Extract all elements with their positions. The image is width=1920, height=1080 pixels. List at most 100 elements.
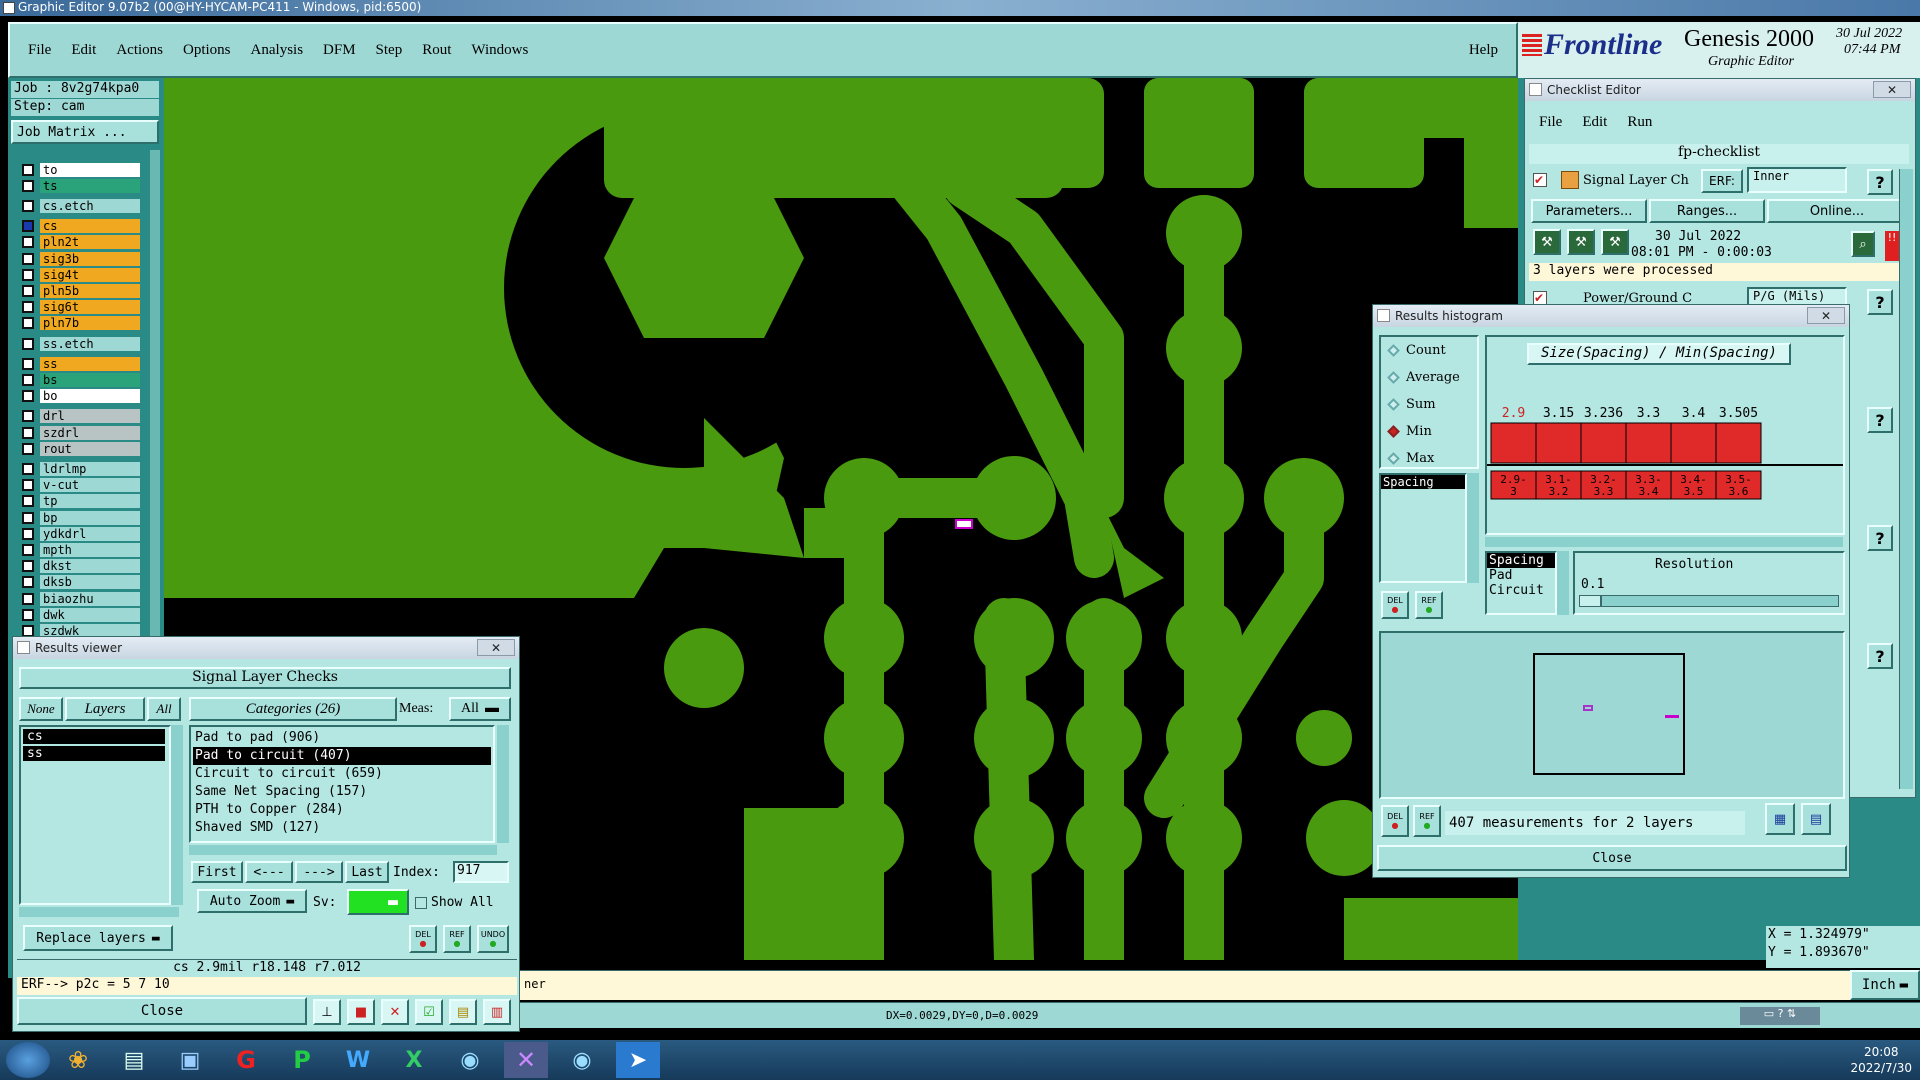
parameters-button[interactable]: Parameters... [1531, 199, 1647, 223]
layer-checkbox[interactable] [22, 543, 34, 556]
report-icon[interactable]: ▤ [449, 999, 477, 1025]
layer-checkbox[interactable] [22, 442, 34, 455]
taskbar-x-icon[interactable]: ✕ [504, 1042, 548, 1078]
layer-row-to[interactable]: to [20, 162, 140, 177]
layer-row-pln5b[interactable]: pln5b [20, 283, 140, 298]
layer-name[interactable]: pln7b [40, 316, 140, 331]
taskbar-excel-icon[interactable]: X [392, 1042, 436, 1078]
layer-checkbox[interactable] [22, 284, 34, 297]
slider-handle[interactable] [1580, 596, 1602, 606]
hist-export-icon[interactable]: ▦ [1765, 803, 1795, 835]
layer-row-pln2t[interactable]: pln2t [20, 235, 140, 250]
layer-row-ydkdrl[interactable]: ydkdrl [20, 526, 140, 541]
auto-zoom-select[interactable]: Auto Zoom ▬ [197, 889, 307, 913]
layer-row-bp[interactable]: bp [20, 510, 140, 525]
layer-checkbox[interactable] [22, 608, 34, 621]
layer-row-cs.etch[interactable]: cs.etch [20, 198, 140, 213]
start-button[interactable] [6, 1042, 50, 1078]
layers-button[interactable]: Layers [65, 697, 145, 721]
erf-label[interactable]: ERF: [1701, 169, 1743, 193]
category-item[interactable]: Pad to circuit (407) [193, 747, 491, 765]
histogram-bar[interactable] [1580, 422, 1627, 464]
categories-button[interactable]: Categories (26) [189, 697, 397, 721]
replace-layers-select[interactable]: Replace layers ▬ [23, 925, 173, 951]
menu-actions[interactable]: Actions [106, 42, 173, 59]
checklist-scrollbar[interactable] [1899, 169, 1913, 789]
taskbar-app-1-icon[interactable]: ❀ [56, 1042, 100, 1078]
layer-name[interactable]: tp [40, 494, 140, 509]
error-marker[interactable] [955, 519, 973, 529]
layer-row-szdrl[interactable]: szdrl [20, 425, 140, 440]
category-item[interactable]: Same Net Spacing (157) [193, 783, 491, 801]
layer-name[interactable]: pln2t [40, 235, 140, 250]
mode-max[interactable]: Max [1387, 451, 1434, 466]
layer-checkbox[interactable] [22, 357, 34, 370]
layer-row-pln7b[interactable]: pln7b [20, 316, 140, 331]
none-button[interactable]: None [19, 697, 63, 721]
layer-row-biaozhu[interactable]: biaozhu [20, 591, 140, 606]
mode-count[interactable]: Count [1387, 343, 1446, 358]
hist-ref-button[interactable]: REF ● [1415, 591, 1443, 619]
preview-del-button[interactable]: DEL ● [1381, 805, 1409, 837]
layer-checkbox[interactable] [22, 236, 34, 249]
checklist-menu-run[interactable]: Run [1617, 114, 1662, 131]
layer-checkbox[interactable] [22, 317, 34, 330]
measure-list[interactable]: Spacing [1379, 473, 1467, 583]
layer-name[interactable]: rout [40, 441, 140, 456]
rv-del-button[interactable]: DEL ● [409, 925, 437, 953]
histogram-bar[interactable] [1625, 422, 1672, 464]
menu-options[interactable]: Options [173, 42, 241, 59]
histogram-bar[interactable] [1490, 422, 1537, 464]
sv-color-select[interactable]: ▬ [347, 889, 409, 915]
histogram-bar[interactable] [1715, 422, 1762, 464]
layer-name[interactable]: ydkdrl [40, 526, 140, 541]
category-list[interactable]: Pad to pad (906) Pad to circuit (407) Circ… [189, 725, 495, 843]
last-button[interactable]: Last [345, 861, 389, 883]
layer-checkbox[interactable] [22, 373, 34, 386]
layer-row-dwk[interactable]: dwk [20, 607, 140, 622]
help-button-5[interactable]: ? [1867, 643, 1893, 669]
rv-undo-button[interactable]: UNDO ● [477, 925, 509, 953]
layer-checkbox[interactable] [22, 462, 34, 475]
checklist-title-bar[interactable]: Checklist Editor ✕ [1525, 79, 1915, 101]
layer-checkbox[interactable] [22, 527, 34, 540]
filter-item-pad[interactable]: Pad [1487, 568, 1555, 583]
layer-name[interactable]: szdrl [40, 425, 140, 440]
clock-time[interactable]: 20:08 [1850, 1044, 1912, 1060]
layer-name[interactable]: sig4t [40, 267, 140, 282]
hist-del-button[interactable]: DEL ● [1381, 591, 1409, 619]
record-icon[interactable]: ■ [347, 999, 375, 1025]
layer-results-list[interactable]: cs ss [19, 725, 171, 905]
layer-checkbox[interactable] [22, 199, 34, 212]
layer-name[interactable]: biaozhu [40, 591, 140, 606]
menu-dfm[interactable]: DFM [313, 42, 366, 59]
run-layers-icon[interactable]: ⚒ [1567, 229, 1595, 255]
layer-checkbox[interactable] [22, 576, 34, 589]
mode-sum[interactable]: Sum [1387, 397, 1436, 412]
rv-ref-button[interactable]: REF ● [443, 925, 471, 953]
show-all-checkbox[interactable] [415, 897, 427, 909]
run-all-icon[interactable]: ⚒ [1601, 229, 1629, 255]
layer-row-dksb[interactable]: dksb [20, 575, 140, 590]
layer-name[interactable]: ss [40, 356, 140, 371]
menu-edit[interactable]: Edit [61, 42, 106, 59]
layer-row-ts[interactable]: ts [20, 178, 140, 193]
resolution-slider[interactable] [1579, 595, 1839, 607]
filter-list[interactable]: Spacing Pad Circuit [1485, 551, 1557, 615]
layer-name[interactable]: dksb [40, 575, 140, 590]
category-list-vscroll[interactable] [497, 725, 509, 843]
hist-graph-icon[interactable]: ▤ [1801, 803, 1831, 835]
erf-value[interactable]: Inner [1747, 167, 1847, 193]
layer-checkbox[interactable] [22, 479, 34, 492]
layer-name[interactable]: bp [40, 510, 140, 525]
layer-row-v-cut[interactable]: v-cut [20, 478, 140, 493]
layer-row-drl[interactable]: drl [20, 409, 140, 424]
taskbar-app-g-icon[interactable]: G [224, 1042, 268, 1078]
layer-checkbox[interactable] [22, 179, 34, 192]
layer-checkbox[interactable] [22, 495, 34, 508]
result-layer-cs[interactable]: cs [23, 729, 165, 744]
layer-scrollbar[interactable] [150, 150, 160, 710]
layer-row-bo[interactable]: bo [20, 389, 140, 404]
results-close-button[interactable]: Close [17, 997, 307, 1025]
category-item[interactable]: Pad to pad (906) [193, 729, 491, 747]
